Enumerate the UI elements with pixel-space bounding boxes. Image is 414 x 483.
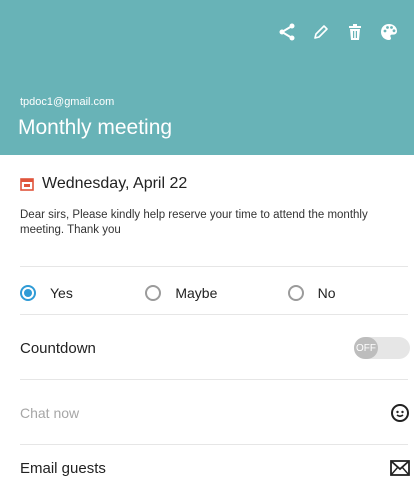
event-header: tpdoc1@gmail.com Monthly meeting (0, 0, 414, 155)
radio-no-indicator[interactable] (287, 285, 304, 301)
trash-icon (349, 24, 361, 40)
event-details: Wednesday, April 22 Dear sirs, Please ki… (0, 155, 414, 483)
toolbar-actions (270, 18, 406, 46)
radio-yes-indicator[interactable] (20, 285, 36, 301)
rsvp-yes[interactable]: Yes (20, 285, 142, 301)
edit-icon (314, 25, 328, 39)
edit-button[interactable] (304, 18, 338, 46)
rsvp-options: Yes Maybe No (20, 281, 410, 305)
palette-icon (381, 24, 397, 40)
radio-maybe-indicator[interactable] (145, 285, 162, 301)
share-button[interactable] (270, 18, 304, 46)
rsvp-no[interactable]: No (287, 285, 410, 301)
event-description: Dear sirs, Please kindly help reserve yo… (20, 209, 368, 236)
divider (20, 379, 408, 380)
account-email: tpdoc1@gmail.com (20, 96, 115, 108)
chat-now-label: Chat now (20, 405, 80, 421)
toggle-knob: OFF (354, 337, 378, 359)
delete-button[interactable] (338, 18, 372, 46)
rsvp-maybe[interactable]: Maybe (145, 285, 267, 301)
rsvp-no-label: No (317, 285, 336, 301)
email-guests-label: Email guests (20, 459, 106, 477)
event-date-row: Wednesday, April 22 (20, 175, 187, 193)
divider (20, 314, 408, 315)
divider (20, 444, 408, 445)
radio-selected-dot (24, 289, 32, 297)
email-guests-row[interactable]: Email guests (20, 453, 410, 483)
divider (20, 266, 408, 267)
rsvp-yes-label: Yes (50, 285, 73, 301)
share-icon (279, 23, 295, 41)
color-button[interactable] (372, 18, 406, 46)
chat-icon[interactable] (390, 403, 410, 423)
chat-row[interactable]: Chat now (20, 398, 410, 428)
countdown-row: Countdown OFF (20, 333, 410, 363)
mail-icon[interactable] (390, 460, 410, 476)
event-date: Wednesday, April 22 (42, 175, 188, 192)
countdown-label: Countdown (20, 339, 96, 357)
calendar-icon (20, 178, 34, 191)
countdown-toggle[interactable]: OFF (354, 337, 410, 359)
event-title: Monthly meeting (18, 116, 173, 139)
rsvp-maybe-label: Maybe (175, 285, 218, 301)
